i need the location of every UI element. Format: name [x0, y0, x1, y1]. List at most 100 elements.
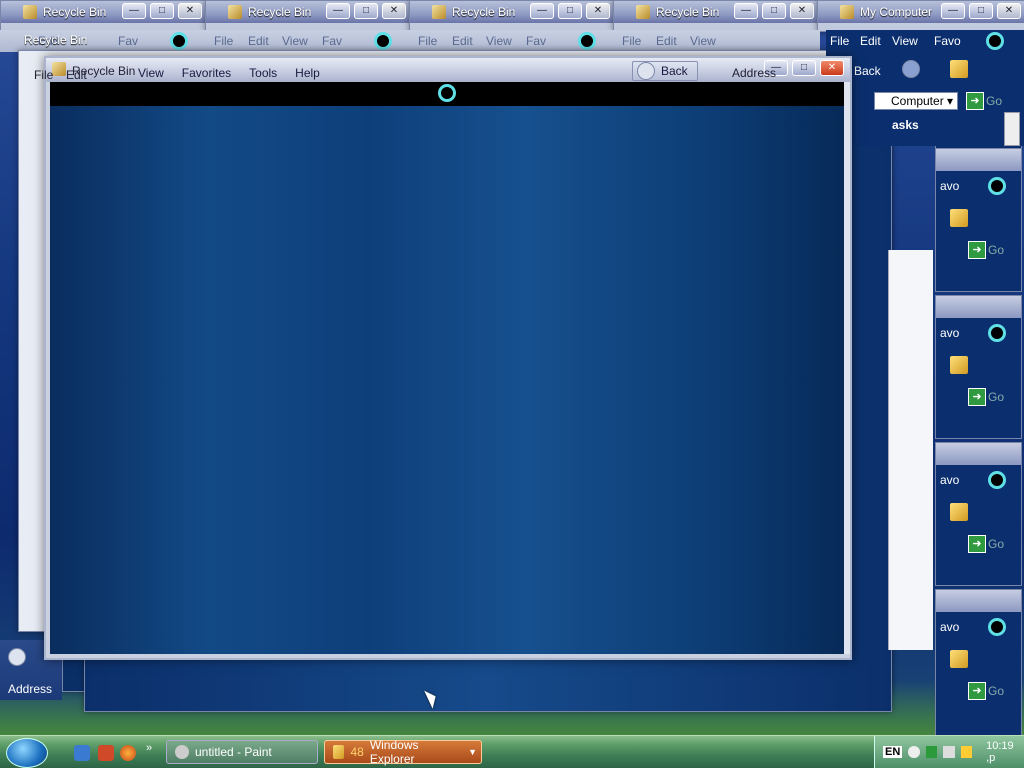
- taskbar-paint[interactable]: untitled - Paint: [166, 740, 318, 764]
- recycle-bin-icon: [636, 5, 650, 19]
- menu-help[interactable]: Help: [295, 66, 320, 80]
- menu-favorites[interactable]: avo: [940, 473, 959, 487]
- menu-file[interactable]: File: [830, 34, 849, 48]
- close-button[interactable]: ✕: [820, 60, 844, 76]
- close-button[interactable]: ✕: [586, 3, 610, 19]
- go-label[interactable]: Go: [988, 684, 1004, 698]
- clock[interactable]: 10:19 ,p: [986, 740, 1024, 764]
- folders-icon[interactable]: [950, 650, 968, 668]
- address-dropdown[interactable]: Computer ▾: [874, 92, 958, 110]
- go-label[interactable]: Go: [988, 243, 1004, 257]
- ie-throbber-icon: [438, 84, 456, 102]
- right-explorer-5[interactable]: avo ➜ Go: [935, 589, 1022, 737]
- ie-logo-icon: [988, 471, 1006, 489]
- menu-file[interactable]: File: [34, 68, 53, 82]
- my-computer-icon: [840, 5, 854, 19]
- show-desktop-icon[interactable]: [74, 745, 90, 761]
- content-area[interactable]: [50, 106, 844, 654]
- go-arrow-icon[interactable]: ➜: [968, 682, 986, 700]
- address-label: Address: [8, 682, 53, 696]
- ghost-window-1[interactable]: Recycle Bin — □ ✕: [0, 0, 207, 32]
- menu-favorites[interactable]: Favorites: [182, 66, 231, 80]
- menu-edit[interactable]: Edit: [66, 68, 87, 82]
- menu-favorites[interactable]: avo: [940, 620, 959, 634]
- go-label[interactable]: Go: [988, 537, 1004, 551]
- tray-icon-4[interactable]: [960, 746, 973, 758]
- tray-icon-3[interactable]: [943, 746, 955, 758]
- close-button[interactable]: ✕: [790, 3, 814, 19]
- minimize-button[interactable]: —: [122, 3, 146, 19]
- menu-tools[interactable]: Tools: [249, 66, 277, 80]
- close-button[interactable]: ✕: [382, 3, 406, 19]
- go-arrow-icon[interactable]: ➜: [968, 535, 986, 553]
- go-arrow-icon[interactable]: ➜: [968, 241, 986, 259]
- right-explorer-2[interactable]: avo ➜ Go: [935, 148, 1022, 292]
- right-explorer-4[interactable]: avo ➜ Go: [935, 442, 1022, 586]
- tray-icon-2[interactable]: [925, 746, 938, 758]
- ghost-menu-fav: Fav: [322, 34, 343, 48]
- menu-favorites[interactable]: avo: [940, 179, 959, 193]
- ie-logo-icon: [374, 32, 392, 50]
- scrollbar[interactable]: [1004, 112, 1020, 146]
- ghost-window-4[interactable]: Recycle Bin — □ ✕: [613, 0, 819, 32]
- minimize-button[interactable]: —: [530, 3, 554, 19]
- close-button[interactable]: ✕: [178, 3, 202, 19]
- menu-edit[interactable]: Edit: [860, 34, 881, 48]
- menu-favorites[interactable]: avo: [940, 326, 959, 340]
- group-label: Windows Explorer: [369, 738, 419, 766]
- back-label[interactable]: Back: [854, 64, 881, 78]
- ghost-menu-view: View: [690, 34, 716, 48]
- maximize-button[interactable]: □: [792, 60, 816, 76]
- language-indicator[interactable]: EN: [883, 746, 903, 758]
- tasks-header: asks: [892, 118, 919, 132]
- forward-icon[interactable]: [902, 60, 920, 78]
- menu-favorites[interactable]: Favo: [934, 34, 961, 48]
- ie-logo-icon: [170, 32, 188, 50]
- go-label[interactable]: Go: [988, 390, 1004, 404]
- my-computer-window[interactable]: My Computer — □ ✕: [817, 0, 1024, 32]
- ghost-menu-fav: Fav: [526, 34, 547, 48]
- firefox-icon[interactable]: [120, 745, 136, 761]
- ghost-window-2[interactable]: Recycle Bin — □ ✕: [205, 0, 411, 32]
- folders-icon[interactable]: [950, 60, 968, 78]
- window-title: My Computer: [860, 5, 933, 19]
- minimize-button[interactable]: —: [326, 3, 350, 19]
- quicklaunch-overflow-icon[interactable]: »: [146, 742, 152, 754]
- minimize-button[interactable]: —: [734, 3, 758, 19]
- minimize-button[interactable]: —: [941, 3, 965, 19]
- ghost-menu-edit: Edit: [656, 34, 677, 48]
- ghost-white-panel: [888, 250, 933, 650]
- go-arrow-icon[interactable]: ➜: [968, 388, 986, 406]
- folders-icon[interactable]: [950, 209, 968, 227]
- back-icon[interactable]: [8, 648, 26, 666]
- taskbar-explorer-group[interactable]: 48 Windows Explorer ▼: [324, 738, 482, 766]
- folder-icon: [333, 745, 345, 759]
- media-icon[interactable]: [98, 745, 114, 761]
- maximize-button[interactable]: □: [150, 3, 174, 19]
- back-button[interactable]: Back: [632, 61, 698, 81]
- menu-view[interactable]: View: [892, 34, 918, 48]
- menu-bar: View Favorites Tools Help: [138, 66, 320, 80]
- address-value: Computer: [891, 94, 944, 108]
- ie-logo-icon: [988, 324, 1006, 342]
- go-arrow-icon[interactable]: ➜: [966, 92, 984, 110]
- recycle-bin-icon: [432, 5, 446, 19]
- maximize-button[interactable]: □: [969, 3, 993, 19]
- close-button[interactable]: ✕: [997, 3, 1021, 19]
- tray-icon-1[interactable]: [908, 746, 920, 758]
- maximize-button[interactable]: □: [354, 3, 378, 19]
- folders-icon[interactable]: [950, 356, 968, 374]
- ghost-menu-view: View: [282, 34, 308, 48]
- scrollbar[interactable]: [844, 82, 850, 654]
- window-title: Recycle Bin: [452, 5, 516, 19]
- menu-view[interactable]: View: [138, 66, 164, 80]
- recycle-bin-window[interactable]: Recycle Bin View Favorites Tools Help Fi…: [34, 56, 852, 660]
- folders-icon[interactable]: [950, 503, 968, 521]
- right-explorer-3[interactable]: avo ➜ Go: [935, 295, 1022, 439]
- ghost-window-3[interactable]: Recycle Bin — □ ✕: [409, 0, 615, 32]
- recycle-bin-icon: [228, 5, 242, 19]
- start-button[interactable]: [6, 738, 48, 768]
- maximize-button[interactable]: □: [762, 3, 786, 19]
- go-label[interactable]: Go: [986, 94, 1002, 108]
- maximize-button[interactable]: □: [558, 3, 582, 19]
